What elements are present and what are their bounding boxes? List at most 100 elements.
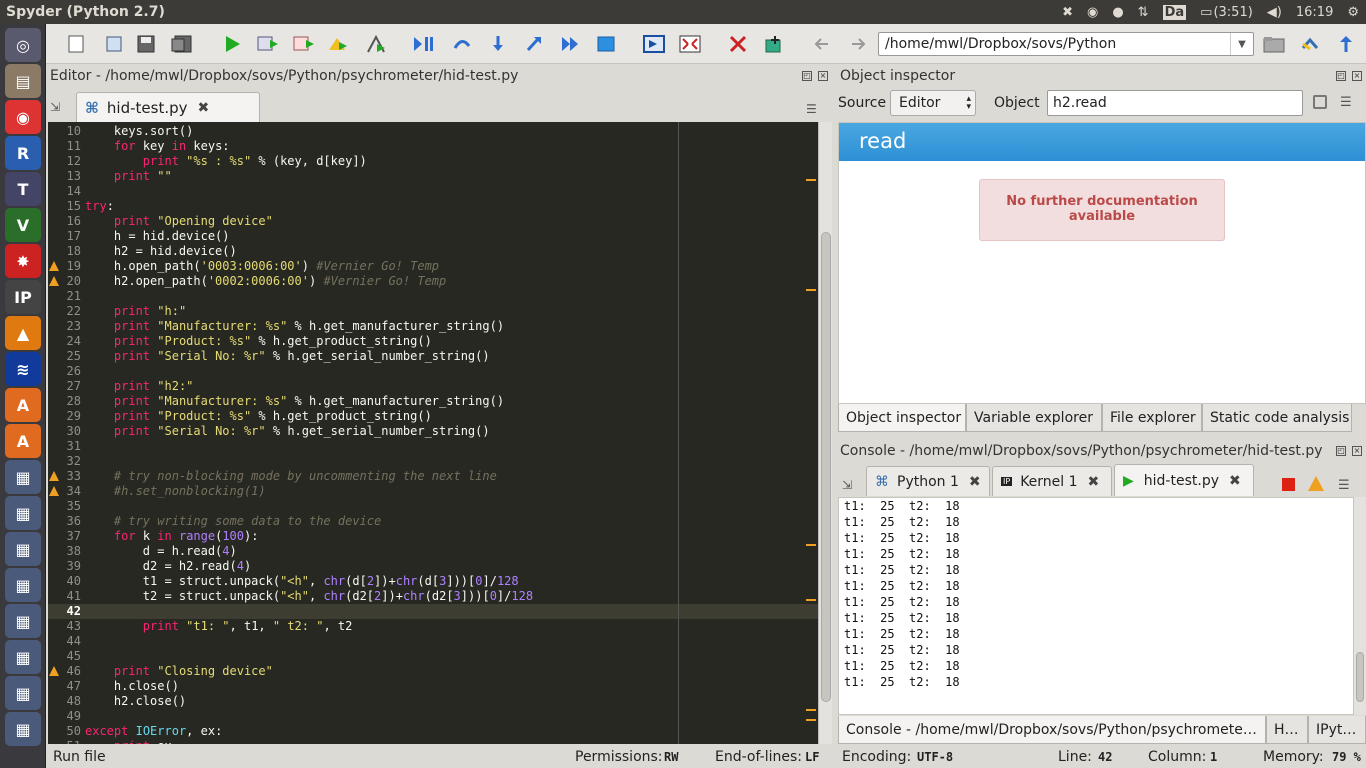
step-into-icon[interactable] [486, 32, 510, 56]
code-line[interactable]: 48 h2.close() [48, 694, 818, 709]
code-line[interactable]: 28 print "Manufacturer: %s" % h.get_manu… [48, 394, 818, 409]
settings-gear-icon[interactable]: ⚙ [1347, 5, 1359, 20]
warning-icon[interactable] [1308, 476, 1324, 491]
code-line[interactable]: 23 print "Manufacturer: %s" % h.get_manu… [48, 319, 818, 334]
close-tab-icon[interactable]: ✖ [969, 474, 981, 490]
code-line[interactable]: 33 # try non-blocking mode by uncommenti… [48, 469, 818, 484]
options-menu-icon[interactable]: ☰ [806, 102, 826, 116]
close-tab-icon[interactable]: ✖ [198, 100, 210, 116]
browse-tabs-icon[interactable]: ⇲ [842, 478, 852, 492]
code-line[interactable]: 17 h = hid.device() [48, 229, 818, 244]
code-line[interactable]: 19 h.open_path('0003:0006:00') #Vernier … [48, 259, 818, 274]
app-icon[interactable]: ▦ [5, 460, 41, 494]
back-icon[interactable] [810, 32, 834, 56]
new-file-icon[interactable] [64, 32, 88, 56]
code-line[interactable]: 50 except IOError, ex: [48, 724, 818, 739]
battery-icon[interactable]: ▭ [1200, 5, 1212, 20]
app-icon[interactable]: ▦ [5, 532, 41, 566]
open-file-icon[interactable] [102, 32, 126, 56]
chrome-tray-icon[interactable]: ◉ [1087, 5, 1098, 20]
dash-icon[interactable]: ◎ [5, 28, 41, 62]
code-line[interactable]: 49 [48, 709, 818, 724]
object-input[interactable]: h2.read [1047, 90, 1303, 116]
code-line[interactable]: 32 [48, 454, 818, 469]
code-line[interactable]: 47 h.close() [48, 679, 818, 694]
chrome-icon[interactable]: ◉ [5, 100, 41, 134]
run-icon[interactable] [220, 32, 244, 56]
warning-marker[interactable] [806, 709, 816, 711]
code-line[interactable]: 40 t1 = struct.unpack("<h", chr(d[2])+ch… [48, 574, 818, 589]
warning-marker[interactable] [806, 289, 816, 291]
software-center-icon[interactable]: A [5, 424, 41, 458]
tab-object-inspector[interactable]: Object inspector [838, 404, 966, 432]
tab-history[interactable]: H… [1266, 716, 1308, 744]
app-icon[interactable]: ▦ [5, 640, 41, 674]
app-icon[interactable]: ▦ [5, 712, 41, 746]
working-directory-input[interactable]: /home/mwl/Dropbox/sovs/Python [878, 32, 1254, 56]
browse-tabs-icon[interactable]: ⇲ [50, 100, 70, 114]
step-icon[interactable] [450, 32, 474, 56]
tab-python-1[interactable]: ⌘ Python 1 ✖ [866, 466, 990, 496]
code-line[interactable]: 21 [48, 289, 818, 304]
code-line[interactable]: 51 print ex [48, 739, 818, 744]
tab-kernel-1[interactable]: IP Kernel 1 ✖ [992, 466, 1112, 496]
code-line[interactable]: 37 for k in range(100): [48, 529, 818, 544]
console-scrollbar[interactable] [1354, 497, 1366, 715]
r-icon[interactable]: R [5, 136, 41, 170]
code-line[interactable]: 42 [48, 604, 818, 619]
maximize-pane-icon[interactable] [642, 32, 666, 56]
code-line[interactable]: 25 print "Serial No: %r" % h.get_serial_… [48, 349, 818, 364]
scrollbar-thumb[interactable] [821, 232, 831, 702]
dropbox-icon[interactable]: ✖ [1062, 5, 1073, 20]
network-icon[interactable]: ⇅ [1138, 5, 1149, 20]
rerun-icon[interactable] [292, 32, 316, 56]
pythonpath-icon[interactable] [762, 32, 786, 56]
code-line[interactable]: 39 d2 = h2.read(4) [48, 559, 818, 574]
code-line[interactable]: 45 [48, 649, 818, 664]
undock-icon[interactable]: ◰ [802, 71, 812, 81]
hangouts-icon[interactable]: ● [1112, 5, 1123, 20]
code-line[interactable]: 22 print "h:" [48, 304, 818, 319]
browse-folder-icon[interactable] [1262, 32, 1286, 56]
vim-icon[interactable]: V [5, 208, 41, 242]
code-line[interactable]: 15 try: [48, 199, 818, 214]
ipython-icon[interactable]: IP [5, 280, 41, 314]
code-line[interactable]: 44 [48, 634, 818, 649]
code-line[interactable]: 14 [48, 184, 818, 199]
close-pane-icon[interactable]: × [1352, 71, 1362, 81]
run-config-icon[interactable] [256, 32, 280, 56]
code-line[interactable]: 18 h2 = hid.device() [48, 244, 818, 259]
code-line[interactable]: 35 [48, 499, 818, 514]
app-icon[interactable]: ▦ [5, 496, 41, 530]
save-icon[interactable] [134, 32, 158, 56]
code-line[interactable]: 38 d = h.read(4) [48, 544, 818, 559]
parent-dir-icon[interactable] [1334, 32, 1358, 56]
tab-hid-test[interactable]: ⌘ hid-test.py ✖ [76, 92, 260, 122]
warning-marker[interactable] [806, 599, 816, 601]
warning-marker[interactable] [806, 544, 816, 546]
python-path-icon[interactable] [1298, 32, 1322, 56]
save-all-icon[interactable] [170, 32, 194, 56]
app-icon[interactable]: ▦ [5, 568, 41, 602]
code-line[interactable]: 16 print "Opening device" [48, 214, 818, 229]
vlc-icon[interactable]: ▲ [5, 316, 41, 350]
code-line[interactable]: 20 h2.open_path('0002:0006:00') #Vernier… [48, 274, 818, 289]
lock-icon[interactable] [1313, 95, 1327, 109]
close-tab-icon[interactable]: ✖ [1088, 474, 1100, 490]
continue-icon[interactable] [558, 32, 582, 56]
stop-debug-icon[interactable] [594, 32, 618, 56]
undock-icon[interactable]: ◰ [1336, 446, 1346, 456]
forward-icon[interactable] [846, 32, 870, 56]
tab-file-explorer[interactable]: File explorer [1102, 404, 1202, 432]
clock[interactable]: 16:19 [1296, 5, 1333, 20]
code-line[interactable]: 27 print "h2:" [48, 379, 818, 394]
options-menu-icon[interactable]: ☰ [1340, 95, 1352, 110]
code-line[interactable]: 13 print "" [48, 169, 818, 184]
run-cell-icon[interactable] [326, 32, 350, 56]
app-icon[interactable]: ▦ [5, 676, 41, 710]
tab-hid-test-console[interactable]: ▶ hid-test.py ✖ [1114, 464, 1254, 496]
code-line[interactable]: 30 print "Serial No: %r" % h.get_serial_… [48, 424, 818, 439]
code-editor[interactable]: 10 keys.sort() 11 for key in keys: 12 prin… [48, 122, 818, 744]
code-line[interactable]: 29 print "Product: %s" % h.get_product_s… [48, 409, 818, 424]
software-center-icon[interactable]: A [5, 388, 41, 422]
